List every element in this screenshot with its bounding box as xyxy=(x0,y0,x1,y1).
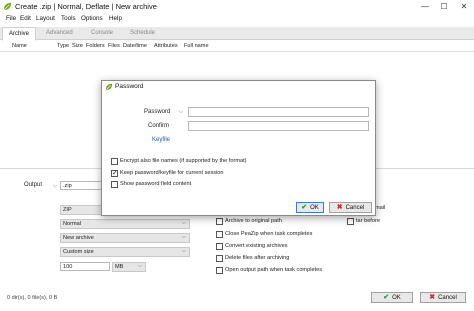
open-output-path-checkbox[interactable] xyxy=(216,267,223,274)
chevron-down-icon: ⌵ xyxy=(182,234,186,240)
column-datetime[interactable]: Date/time xyxy=(123,43,147,49)
keyfile-link[interactable]: Keyfile xyxy=(152,137,170,143)
show-password-checkbox[interactable] xyxy=(111,181,118,188)
checkmark-icon: ✔ xyxy=(383,294,390,301)
title-bar: Create .zip | Normal, Deflate | New arch… xyxy=(0,0,474,14)
dialog-title: Password xyxy=(115,83,144,90)
status-text: 0 dir(s), 0 file(s), 0 B xyxy=(7,295,58,301)
tar-before-checkbox[interactable] xyxy=(347,218,354,225)
close-peazip-checkbox[interactable] xyxy=(216,231,223,238)
column-size[interactable]: Size xyxy=(72,43,83,49)
menu-edit[interactable]: Edit xyxy=(20,15,31,22)
convert-archives-checkbox[interactable] xyxy=(216,243,223,250)
ok-label: OK xyxy=(392,295,401,301)
column-name[interactable]: Name xyxy=(12,43,27,49)
maximize-button[interactable]: ☐ xyxy=(435,0,453,14)
checkbox-label: Show password field content xyxy=(120,181,192,187)
cross-icon: ✖ xyxy=(429,294,436,301)
checkbox-label: Delete files after archiving xyxy=(225,255,290,261)
menu-bar: File Edit Layout Tools Options Help xyxy=(0,14,474,25)
menu-file[interactable]: File xyxy=(6,15,16,22)
password-input[interactable] xyxy=(188,107,369,117)
dialog-title-bar: Password xyxy=(102,81,375,94)
chevron-down-icon[interactable]: ⌵ xyxy=(53,183,57,189)
chevron-down-icon: ⌵ xyxy=(138,263,142,269)
checkbox-label: Keep password/keyfile for current sessio… xyxy=(120,170,224,176)
cross-icon: ✖ xyxy=(336,204,343,211)
checkbox-label: Open output path when task completes xyxy=(225,267,323,273)
tab-advanced[interactable]: Advanced xyxy=(40,27,79,40)
archive-original-path-checkbox[interactable] xyxy=(216,218,223,225)
password-label: Password xyxy=(144,109,171,115)
tar-before-label: tar before xyxy=(356,218,380,224)
output-label: Output xyxy=(24,182,43,188)
volume-select[interactable]: Custom size xyxy=(60,247,190,257)
menu-help[interactable]: Help xyxy=(109,15,122,22)
menu-options[interactable]: Options xyxy=(81,15,103,22)
cancel-label: Cancel xyxy=(345,205,365,211)
column-files[interactable]: Files xyxy=(108,43,120,49)
menu-layout[interactable]: Layout xyxy=(36,15,55,22)
checkbox-label: Archive to original path xyxy=(225,218,282,224)
dialog-cancel-button[interactable]: ✖ Cancel xyxy=(329,202,372,213)
tab-archive[interactable]: Archive xyxy=(2,27,37,41)
close-button[interactable]: ✕ xyxy=(455,0,473,14)
checkbox-label: Close PeaZip when task completes xyxy=(225,231,313,237)
chevron-down-icon: ⌵ xyxy=(182,248,186,254)
file-list-header: Name Type Size Folders Files Date/time A… xyxy=(0,41,474,52)
checkbox-label: Convert existing archives xyxy=(225,243,288,249)
ok-label: OK xyxy=(310,205,319,211)
column-folders[interactable]: Folders xyxy=(86,43,105,49)
volume-size-field[interactable]: 100 xyxy=(60,262,110,271)
tab-schedule[interactable]: Schedule xyxy=(124,27,161,40)
cancel-label: Cancel xyxy=(438,295,457,301)
chevron-down-icon[interactable]: ⌵ xyxy=(179,109,183,115)
confirm-input[interactable] xyxy=(188,121,369,131)
delete-files-checkbox[interactable] xyxy=(216,255,223,262)
column-fullname[interactable]: Full name xyxy=(184,43,209,49)
compression-level-select[interactable]: Normal xyxy=(60,219,190,229)
minimize-button[interactable]: — xyxy=(416,0,434,14)
dialog-ok-button[interactable]: ✔ OK xyxy=(296,202,324,213)
partial-option-label: mail xyxy=(375,205,386,211)
column-attributes[interactable]: Attributes xyxy=(154,43,178,49)
main-ok-button[interactable]: ✔ OK xyxy=(371,292,413,303)
password-dialog: Password Password ⌵ Confirm Keyfile Encr… xyxy=(101,80,376,216)
peazip-leaf-icon xyxy=(3,2,12,11)
checkbox-label: Encrypt also file names (if supported by… xyxy=(120,158,247,164)
archive-mode-select[interactable]: New archive xyxy=(60,233,190,243)
chevron-down-icon: ⌵ xyxy=(182,220,186,226)
encrypt-filenames-checkbox[interactable] xyxy=(111,158,118,165)
tab-bar: Archive Advanced Console Schedule xyxy=(0,27,474,41)
window-title: Create .zip | Normal, Deflate | New arch… xyxy=(15,2,157,11)
tab-console[interactable]: Console xyxy=(85,27,119,40)
checkmark-icon: ✔ xyxy=(301,204,308,211)
confirm-label: Confirm xyxy=(148,123,170,129)
peazip-leaf-icon xyxy=(105,83,113,91)
menu-tools[interactable]: Tools xyxy=(61,15,76,22)
main-cancel-button[interactable]: ✖ Cancel xyxy=(420,292,466,303)
keep-password-checkbox[interactable] xyxy=(111,169,118,177)
column-type[interactable]: Type xyxy=(57,43,69,49)
